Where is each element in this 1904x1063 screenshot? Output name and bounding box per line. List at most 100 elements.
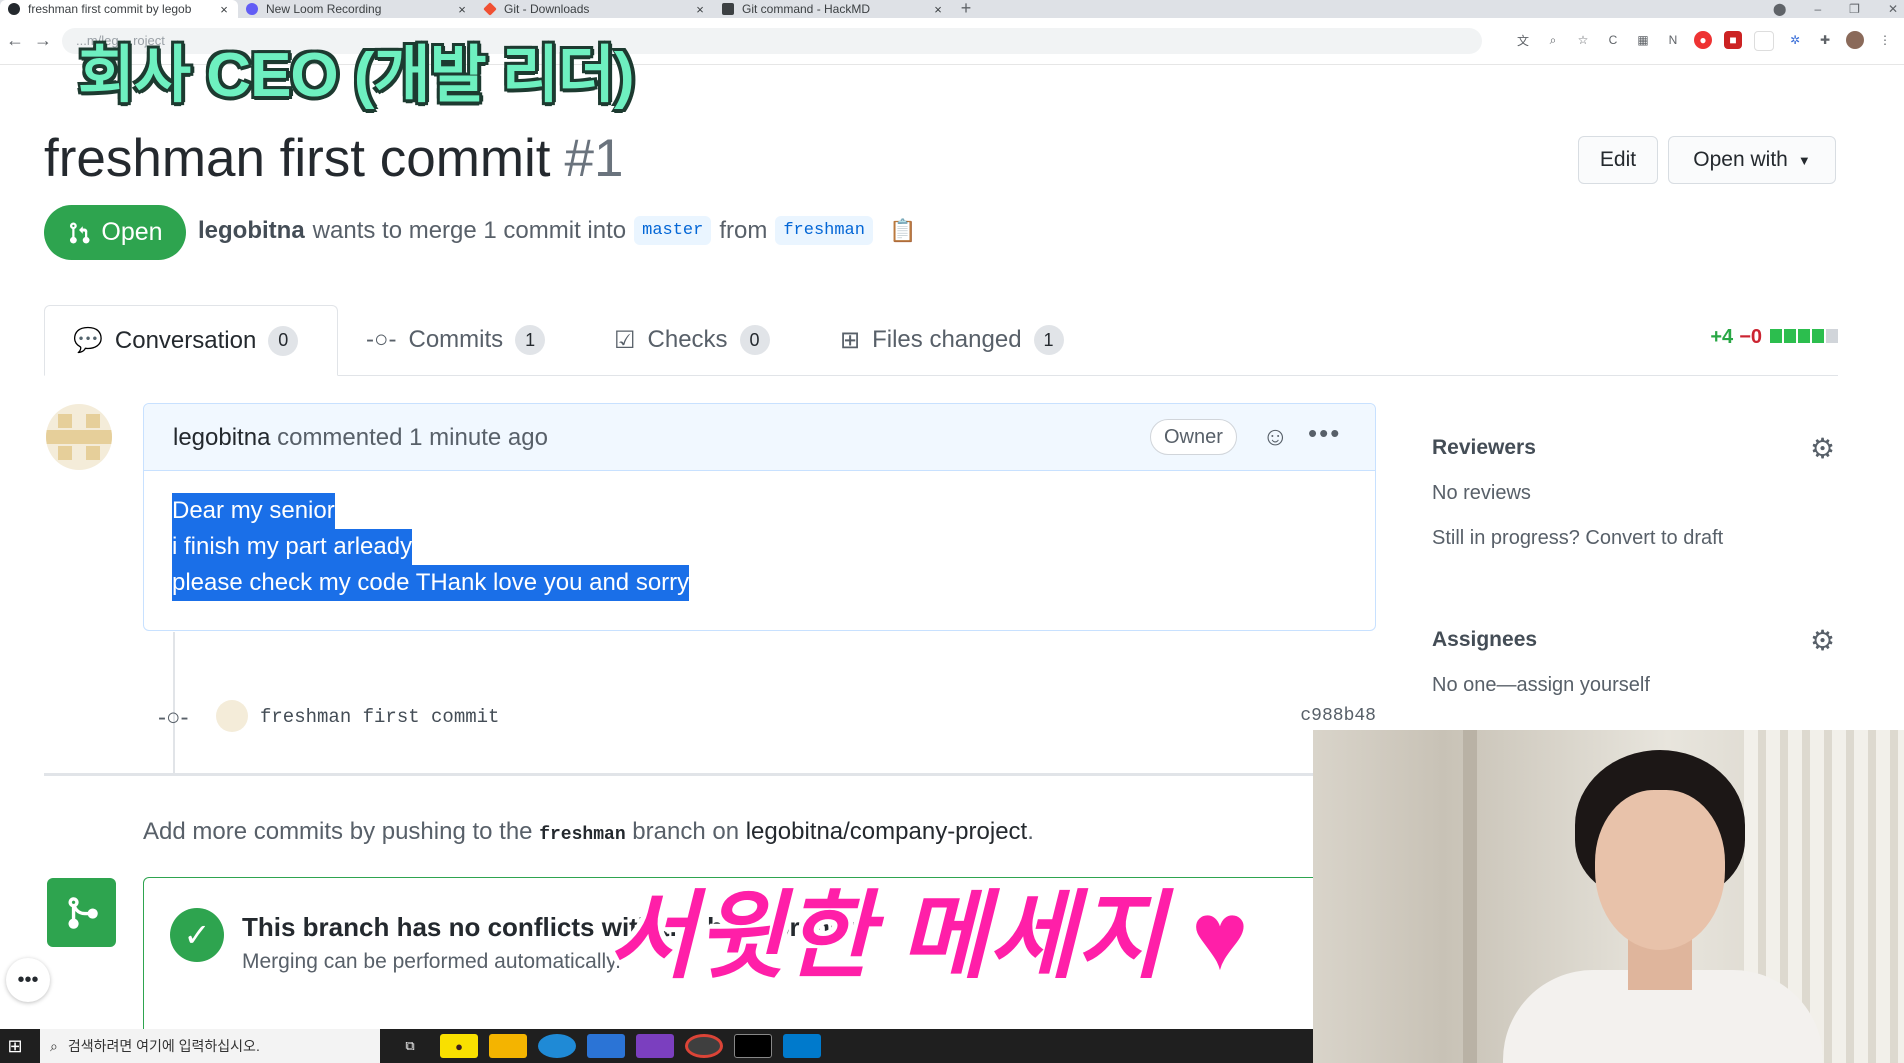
reviewers-value: No reviews xyxy=(1432,482,1531,504)
pr-author-link[interactable]: legobitna xyxy=(198,217,305,245)
caret-down-icon: ▼ xyxy=(1797,152,1811,168)
pr-title-text: freshman first commit xyxy=(44,129,551,188)
tab-label: Files changed xyxy=(872,326,1022,353)
loom-icon xyxy=(246,3,258,15)
tab-counter: 0 xyxy=(268,325,299,356)
commit-sha-link[interactable]: c988b48 xyxy=(1300,706,1376,726)
minimize-icon[interactable]: – xyxy=(1814,2,1821,16)
webcam-background xyxy=(1463,730,1477,1063)
copy-clipboard-icon[interactable]: 📋 xyxy=(889,218,916,244)
git-merge-glyph xyxy=(68,896,98,929)
tab-checks[interactable]: ☑ Checks 0 xyxy=(614,305,770,375)
onenote-icon[interactable] xyxy=(636,1034,674,1058)
tab-title: Git - Downloads xyxy=(504,2,590,16)
git-merge-icon xyxy=(47,878,116,947)
commit-message-link[interactable]: freshman first commit xyxy=(260,706,499,728)
extension-n-icon[interactable]: N xyxy=(1664,31,1682,49)
close-tab-icon[interactable]: × xyxy=(454,2,470,17)
profile-avatar-icon[interactable] xyxy=(1846,31,1864,49)
windows-taskbar: ⊞ ⌕ 검색하려면 여기에 입력하십시오. ⧉ ● xyxy=(0,1029,1313,1063)
checklist-icon: ☑ xyxy=(614,326,636,354)
extension-badge-icon[interactable]: ■ xyxy=(1724,31,1742,49)
comment-timestamp[interactable]: 1 minute ago xyxy=(409,424,548,451)
browser-tab-git[interactable]: Git - Downloads × xyxy=(476,0,714,18)
window-controls: ⬤ – ❐ ✕ xyxy=(1773,0,1898,18)
new-tab-button[interactable]: + xyxy=(952,0,980,18)
tab-label: Conversation xyxy=(114,326,257,354)
file-explorer-icon[interactable] xyxy=(489,1034,527,1058)
repo-link[interactable]: legobitna/company-project xyxy=(746,818,1028,845)
chrome-icon[interactable] xyxy=(685,1034,723,1058)
browser-tab-pr[interactable]: freshman first commit by legob × xyxy=(0,0,238,18)
extension-blank-icon[interactable] xyxy=(1754,31,1774,51)
edge-icon[interactable] xyxy=(538,1034,576,1058)
pr-meta: legobitna wants to merge 1 commit into m… xyxy=(198,216,916,245)
task-view-icon[interactable]: ⧉ xyxy=(391,1034,429,1058)
browser-tab-hackmd[interactable]: Git command - HackMD × xyxy=(714,0,952,18)
restore-icon[interactable]: ❐ xyxy=(1849,2,1860,16)
kebab-horizontal-icon[interactable]: ••• xyxy=(1308,418,1341,449)
translate-icon[interactable]: 文 xyxy=(1514,31,1532,49)
bookmark-star-icon[interactable]: ☆ xyxy=(1574,31,1592,49)
tab-conversation[interactable]: 💬 Conversation 0 xyxy=(44,305,338,376)
avatar[interactable] xyxy=(46,404,112,470)
puzzle-icon[interactable]: ✚ xyxy=(1816,31,1834,49)
hint-text: Add more commits by pushing to the xyxy=(143,818,533,845)
timeline-commit: -○- freshman first commit c988b48 xyxy=(158,700,1376,736)
comment-author-link[interactable]: legobitna xyxy=(173,424,270,451)
avatar-pixel xyxy=(58,446,72,460)
check-icon: ✓ xyxy=(170,908,224,962)
base-branch-tag[interactable]: master xyxy=(634,216,712,245)
close-tab-icon[interactable]: × xyxy=(216,2,232,17)
webcam-overlay xyxy=(1313,730,1904,1063)
zoom-icon[interactable]: ⌕ xyxy=(1544,31,1562,49)
close-window-icon[interactable]: ✕ xyxy=(1888,2,1898,16)
smiley-icon[interactable]: ☺ xyxy=(1262,421,1289,452)
edit-button[interactable]: Edit xyxy=(1578,136,1658,184)
comment-meta: legobitna commented 1 minute ago xyxy=(173,424,548,452)
record-icon[interactable]: ⬤ xyxy=(1773,2,1786,16)
github-icon xyxy=(8,3,20,15)
diff-deletions: −0 xyxy=(1739,326,1762,348)
kakaotalk-icon[interactable]: ● xyxy=(440,1034,478,1058)
extension-gear-icon[interactable]: ✲ xyxy=(1786,31,1804,49)
vscode-icon[interactable] xyxy=(783,1034,821,1058)
extension-c-icon[interactable]: C xyxy=(1604,31,1622,49)
avatar[interactable] xyxy=(216,700,248,732)
git-commit-icon: -○- xyxy=(366,326,397,353)
terminal-icon[interactable] xyxy=(734,1034,772,1058)
comment-line: Dear my senior xyxy=(172,493,335,529)
browser-tab-loom[interactable]: New Loom Recording × xyxy=(238,0,476,18)
menu-kebab-icon[interactable]: ⋮ xyxy=(1876,31,1894,49)
browser-tab-bar: freshman first commit by legob × New Loo… xyxy=(0,0,1904,18)
comment-line: please check my code THank love you and … xyxy=(172,565,690,601)
open-with-button[interactable]: Open with ▼ xyxy=(1668,136,1836,184)
back-icon[interactable]: ← xyxy=(6,30,24,51)
store-icon[interactable] xyxy=(587,1034,625,1058)
windows-start-icon[interactable]: ⊞ xyxy=(0,1029,30,1063)
document-icon xyxy=(722,3,734,15)
tab-files-changed[interactable]: ⊞ Files changed 1 xyxy=(840,305,1064,375)
video-caption-bottom: 서윗한 메세지 ♥ xyxy=(608,883,1249,990)
comment-card: legobitna commented 1 minute ago Owner ☺… xyxy=(143,403,1376,631)
pr-meta-text: wants to merge 1 commit into xyxy=(312,216,627,244)
close-tab-icon[interactable]: × xyxy=(930,2,946,17)
extension-grid-icon[interactable]: ▦ xyxy=(1634,31,1652,49)
assign-yourself-link[interactable]: No one—assign yourself xyxy=(1432,674,1650,697)
hint-text: branch on xyxy=(632,818,740,845)
avatar-pixel xyxy=(46,430,112,444)
taskbar-search[interactable]: ⌕ 검색하려면 여기에 입력하십시오. xyxy=(40,1029,380,1063)
tab-counter: 1 xyxy=(1033,325,1064,355)
tab-commits[interactable]: -○- Commits 1 xyxy=(366,305,546,375)
extension-red-icon[interactable]: ● xyxy=(1694,31,1712,49)
diffstat-bar xyxy=(1768,326,1838,349)
convert-to-draft-link[interactable]: Still in progress? Convert to draft xyxy=(1432,527,1723,550)
forward-icon[interactable]: → xyxy=(34,30,52,51)
close-tab-icon[interactable]: × xyxy=(692,2,708,17)
assignees-gear-icon[interactable]: ⚙ xyxy=(1810,624,1835,657)
tab-label: Checks xyxy=(647,326,728,353)
more-options-icon[interactable]: ••• xyxy=(6,958,50,1002)
head-branch-tag[interactable]: freshman xyxy=(775,216,873,245)
reviewers-gear-icon[interactable]: ⚙ xyxy=(1810,432,1835,465)
git-icon xyxy=(483,2,497,16)
